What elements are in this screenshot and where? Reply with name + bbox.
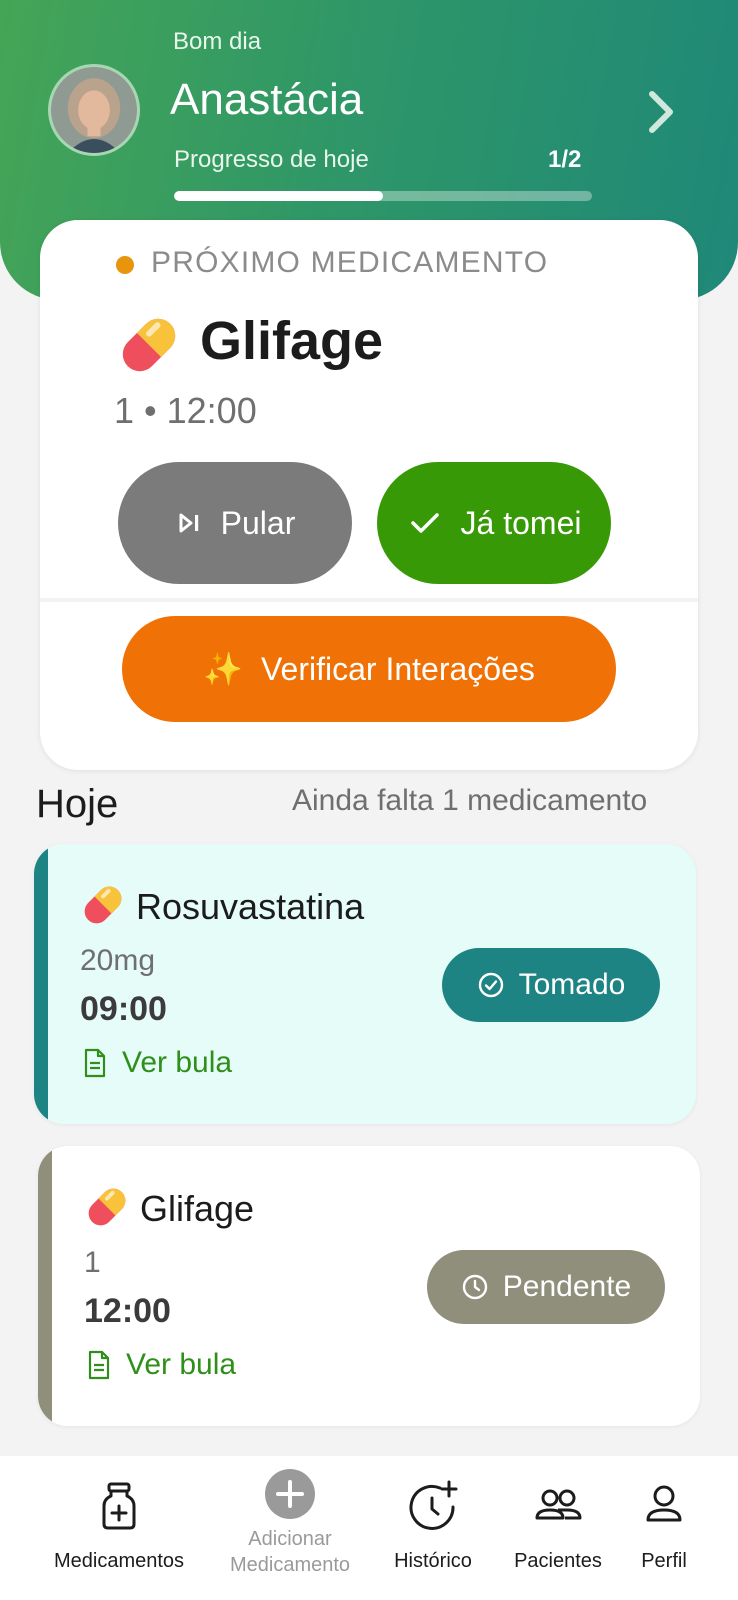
- status-strip: [34, 844, 48, 1124]
- medication-name: Glifage: [140, 1188, 255, 1229]
- today-title: Hoje: [36, 782, 119, 826]
- pill-icon: [84, 886, 122, 924]
- nav-label: Pacientes: [514, 1550, 602, 1572]
- view-leaflet-label: Ver bula: [122, 1046, 233, 1079]
- next-medication-name: Glifage: [200, 311, 384, 371]
- medication-dose: 1: [84, 1246, 101, 1279]
- status-badge-pending[interactable]: Pendente: [427, 1250, 665, 1324]
- medication-name: Rosuvastatina: [136, 886, 365, 927]
- medication-card[interactable]: Rosuvastatina 20mg 09:00 Ver bula Tomado: [34, 844, 696, 1124]
- chevron-right-icon[interactable]: [640, 86, 684, 138]
- user-name: Anastácia: [170, 75, 364, 124]
- nav-item-medicamentos[interactable]: Medicamentos: [30, 1456, 208, 1600]
- status-dot: [116, 256, 134, 274]
- divider: [40, 598, 698, 602]
- medication-time: 12:00: [84, 1292, 171, 1330]
- taken-label: Já tomei: [460, 504, 582, 541]
- nav-label: Perfil: [641, 1550, 687, 1572]
- nav-item-adicionar-medicamento[interactable]: Adicionar Medicamento: [208, 1456, 372, 1600]
- history-clock-icon: [409, 1480, 458, 1530]
- greeting: Bom dia: [173, 28, 262, 55]
- skip-button[interactable]: Pular: [118, 462, 352, 584]
- nav-label: Histórico: [394, 1550, 472, 1572]
- bottom-navigation: Medicamentos Adicionar Medicamento Histó…: [0, 1456, 738, 1600]
- next-medication-label: PRÓXIMO MEDICAMENTO: [151, 246, 549, 279]
- next-medication-dose-time: 1 • 12:00: [114, 390, 257, 431]
- nav-item-historico[interactable]: Histórico: [378, 1456, 488, 1600]
- check-circle-icon: [478, 972, 503, 998]
- progress-count: 1/2: [548, 146, 582, 173]
- status-label: Pendente: [502, 1270, 632, 1303]
- medication-card[interactable]: Glifage 1 12:00 Ver bula Pendente: [38, 1146, 700, 1426]
- view-leaflet-label: Ver bula: [126, 1348, 237, 1381]
- remaining-count: Ainda falta 1 medicamento: [292, 784, 648, 817]
- progress-label: Progresso de hoje: [174, 146, 369, 173]
- check-interactions-button[interactable]: ✨ Verificar Interações: [122, 616, 616, 722]
- medication-time: 09:00: [80, 990, 167, 1028]
- status-label: Tomado: [518, 968, 626, 1001]
- sparkles-icon: ✨: [203, 651, 243, 687]
- check-icon: [410, 513, 439, 533]
- nav-label: Medicamentos: [53, 1550, 185, 1572]
- progress-bar: [174, 191, 592, 201]
- check-interactions-label: Verificar Interações: [260, 650, 535, 687]
- document-icon: [88, 1350, 110, 1380]
- nav-label: Adicionar Medicamento: [229, 1528, 351, 1576]
- document-icon: [84, 1048, 106, 1078]
- taken-button[interactable]: Já tomei: [377, 462, 611, 584]
- clock-icon: [462, 1274, 487, 1300]
- nav-item-perfil[interactable]: Perfil: [624, 1456, 704, 1600]
- person-icon: [646, 1485, 682, 1522]
- medication-dose: 20mg: [80, 944, 156, 977]
- people-icon: [535, 1489, 582, 1520]
- avatar[interactable]: [48, 64, 140, 156]
- status-strip: [38, 1146, 52, 1426]
- pill-icon: [122, 318, 176, 372]
- skip-label: Pular: [220, 504, 296, 541]
- medicine-bottle-icon: [102, 1482, 136, 1530]
- progress-bar-fill: [174, 191, 383, 201]
- status-badge-taken[interactable]: Tomado: [442, 948, 660, 1022]
- nav-item-pacientes[interactable]: Pacientes: [498, 1456, 618, 1600]
- plus-circle-icon: [265, 1469, 315, 1519]
- pill-icon: [88, 1188, 126, 1226]
- next-medication-card: PRÓXIMO MEDICAMENTO Glifage 1 • 12:00 Pu…: [40, 220, 698, 770]
- view-leaflet-link[interactable]: Ver bula: [82, 1046, 232, 1080]
- view-leaflet-link[interactable]: Ver bula: [86, 1348, 236, 1382]
- skip-icon: [179, 513, 198, 533]
